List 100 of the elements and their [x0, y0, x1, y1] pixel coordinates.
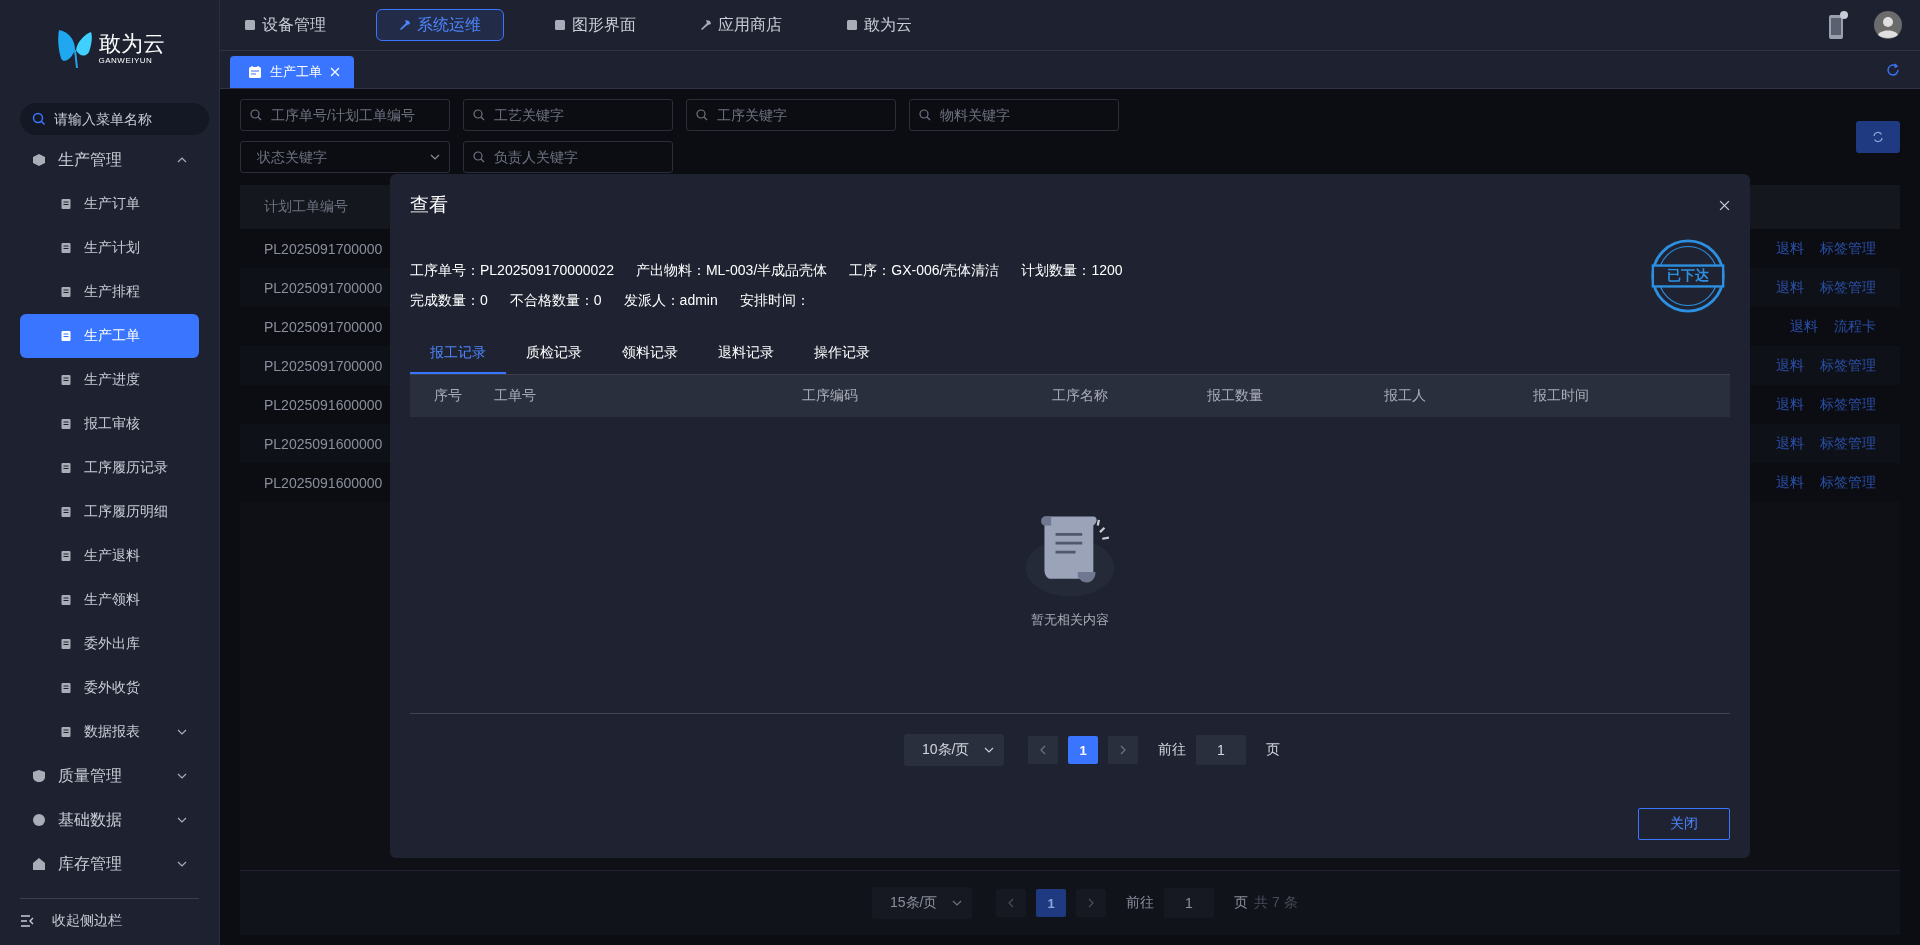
document-icon	[60, 462, 72, 474]
search-icon	[919, 109, 931, 121]
document-icon	[60, 242, 72, 254]
chevron-down-icon	[984, 747, 994, 753]
column-header: 报工时间	[1532, 387, 1590, 405]
table-cell: PL2025091700000	[264, 279, 383, 296]
close-icon[interactable]	[1719, 199, 1730, 211]
goto-label: 前往	[1126, 894, 1154, 912]
total-count: 共 7 条	[1254, 894, 1298, 912]
menu-item[interactable]: 生产退料	[20, 534, 199, 578]
page-number-button[interactable]: 1	[1068, 736, 1098, 764]
info-field: 发派人：admin	[623, 292, 718, 310]
nav-icon	[554, 19, 566, 31]
menu-search-field[interactable]: 请输入菜单名称	[20, 103, 209, 135]
search-icon	[473, 151, 485, 163]
status-select[interactable]: 状态关键字	[240, 141, 450, 173]
document-icon	[60, 682, 72, 694]
menu-item[interactable]: 生产排程	[20, 270, 199, 314]
search-field[interactable]: 工序关键字	[686, 99, 896, 131]
chevron-up-icon	[177, 157, 187, 163]
menu-item[interactable]: 生产工单	[20, 314, 199, 358]
record-tab[interactable]: 领料记录	[602, 334, 698, 374]
chevron-left-icon	[1006, 898, 1016, 908]
menu-icon	[32, 857, 46, 871]
page-number-button[interactable]: 1	[1036, 889, 1066, 917]
menu-item[interactable]: 报工审核	[20, 402, 199, 446]
info-field: 产出物料：ML-003/半成品壳体	[635, 262, 828, 280]
phone-icon[interactable]	[1828, 10, 1848, 40]
menu-item[interactable]: 数据报表	[20, 710, 199, 754]
top-nav-tab[interactable]: 设备管理	[230, 9, 340, 41]
menu-item[interactable]: 工序履历记录	[20, 446, 199, 490]
record-tab[interactable]: 操作记录	[794, 334, 890, 374]
chevron-down-icon	[952, 900, 962, 906]
page-tab[interactable]: 生产工单	[230, 56, 354, 88]
menu-item[interactable]: 委外收货	[20, 666, 199, 710]
close-button[interactable]: 关闭	[1638, 808, 1730, 840]
table-cell: PL2025091600000	[264, 396, 383, 413]
refresh-icon	[1872, 131, 1884, 143]
menu-item[interactable]: 生产进度	[20, 358, 199, 402]
search-field[interactable]: 工艺关键字	[463, 99, 673, 131]
document-icon	[60, 418, 72, 430]
record-tab[interactable]: 退料记录	[698, 334, 794, 374]
page-input[interactable]: 1	[1196, 735, 1246, 765]
menu-icon	[32, 813, 46, 827]
chevron-down-icon	[177, 729, 187, 735]
page-input[interactable]: 1	[1164, 888, 1214, 918]
search-icon	[250, 109, 262, 121]
top-nav-tab[interactable]: 图形界面	[540, 9, 650, 41]
chevron-down-icon	[177, 861, 187, 867]
collapse-sidebar-button[interactable]: 收起侧边栏	[20, 898, 199, 943]
logo-name: 敢为云	[98, 31, 165, 56]
table-cell: PL2025091700000	[264, 318, 383, 335]
column-header: 计划工单编号	[264, 198, 348, 216]
table-cell: PL2025091700000	[264, 240, 383, 257]
menu-item[interactable]: 委外出库	[20, 622, 199, 666]
avatar-icon[interactable]	[1874, 11, 1902, 39]
document-icon	[60, 594, 72, 606]
chevron-left-icon	[1038, 745, 1048, 755]
menu-item[interactable]: 生产计划	[20, 226, 199, 270]
document-icon	[60, 286, 72, 298]
page-unit-label: 页	[1266, 741, 1280, 759]
chevron-down-icon	[177, 773, 187, 779]
status-stamp: 已下达	[1650, 238, 1726, 314]
search-icon	[473, 109, 485, 121]
document-icon	[60, 726, 72, 738]
refresh-icon[interactable]	[1886, 62, 1900, 77]
top-nav-tab[interactable]: 应用商店	[686, 9, 796, 41]
column-header: 序号	[433, 387, 463, 405]
column-header: 报工数量	[1206, 387, 1264, 405]
document-icon	[60, 550, 72, 562]
info-field: 完成数量：0	[410, 292, 488, 310]
record-tab[interactable]: 质检记录	[506, 334, 602, 374]
menu-group[interactable]: 生产管理	[20, 138, 199, 182]
column-header: 工单号	[493, 387, 537, 405]
search-field[interactable]: 物料关键字	[909, 99, 1119, 131]
chevron-right-icon	[1118, 745, 1128, 755]
search-field[interactable]: 负责人关键字	[463, 141, 673, 173]
menu-group[interactable]: 质量管理	[20, 754, 199, 798]
page-size-select[interactable]: 15条/页	[872, 887, 972, 919]
menu-item[interactable]: 工序履历明细	[20, 490, 199, 534]
collapse-icon	[20, 914, 34, 928]
nav-icon	[399, 19, 411, 31]
menu-item[interactable]: 生产订单	[20, 182, 199, 226]
table-cell: PL2025091600000	[264, 435, 383, 452]
logo-subtitle: GANWEIYUN	[98, 55, 153, 65]
page-size-select[interactable]: 10条/页	[904, 734, 1004, 766]
top-nav-tab[interactable]: 系统运维	[376, 9, 504, 41]
chevron-right-icon	[1086, 898, 1096, 908]
column-header: 报工人	[1383, 387, 1427, 405]
chevron-down-icon	[430, 154, 440, 160]
info-field: 工序单号：PL202509170000022	[410, 262, 614, 280]
menu-group[interactable]: 基础数据	[20, 798, 199, 842]
top-nav-tab[interactable]: 敢为云	[832, 9, 926, 41]
search-icon	[32, 112, 46, 126]
dialog-title: 查看	[410, 193, 448, 217]
document-icon	[60, 638, 72, 650]
nav-icon	[244, 19, 256, 31]
menu-item[interactable]: 生产领料	[20, 578, 199, 622]
search-field[interactable]: 工序单号/计划工单编号	[240, 99, 450, 131]
menu-group[interactable]: 库存管理	[20, 842, 199, 886]
